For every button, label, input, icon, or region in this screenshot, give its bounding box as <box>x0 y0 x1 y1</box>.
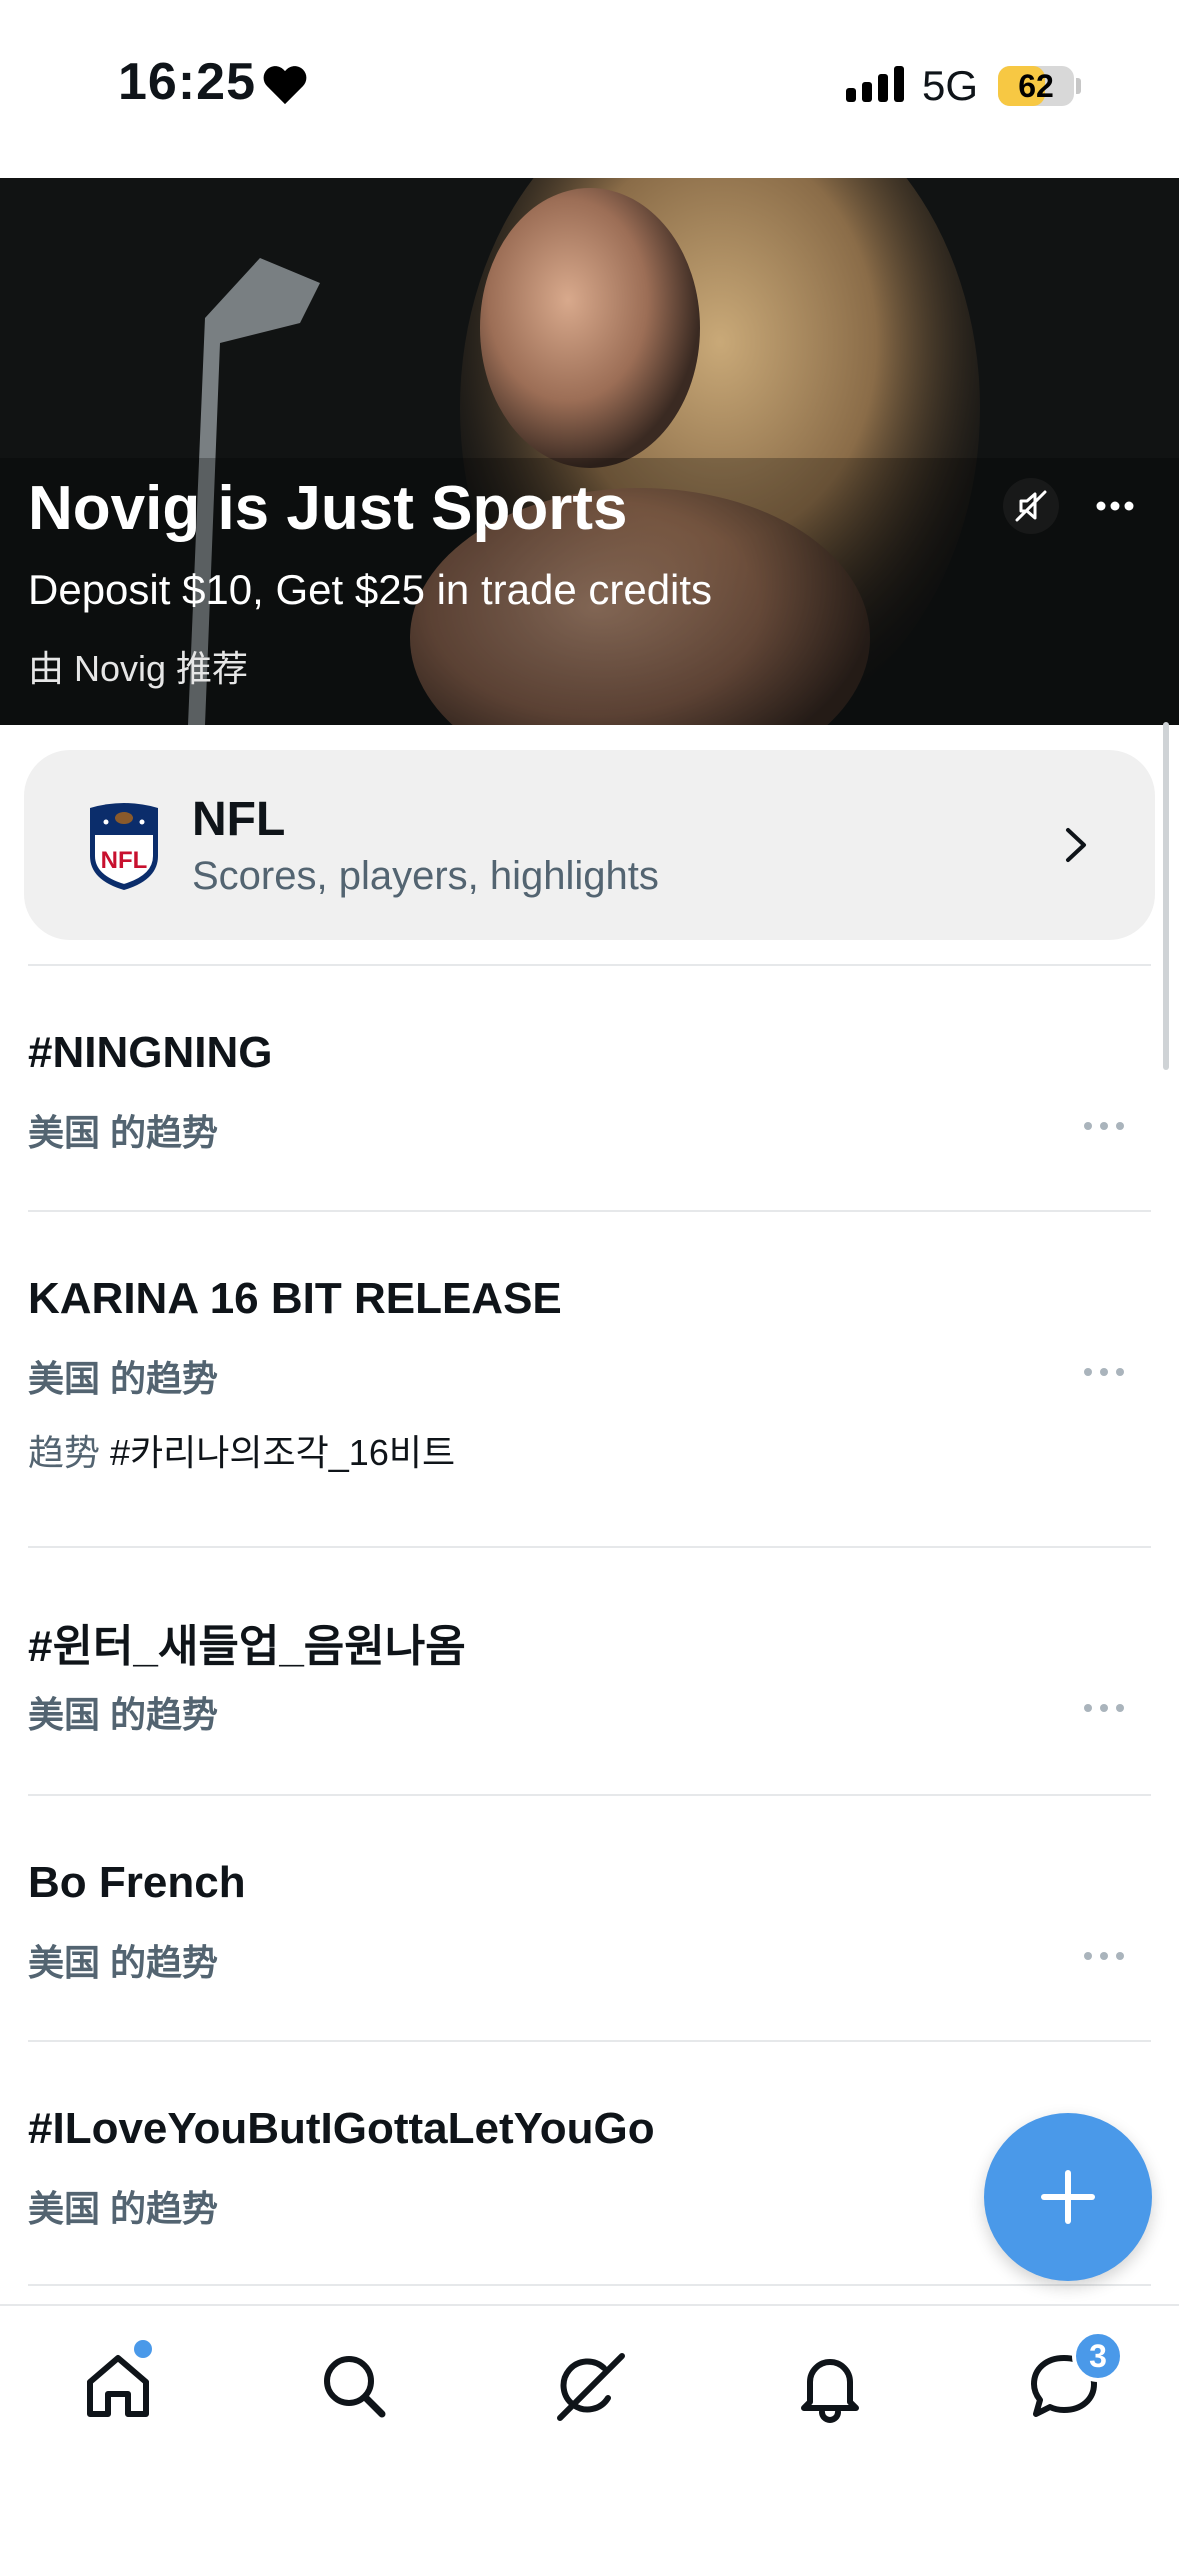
tab-search[interactable] <box>314 2346 394 2426</box>
trend-location: 美国 的趋势 <box>28 1942 219 1983</box>
more-options-icon[interactable] <box>1080 1362 1128 1382</box>
bottom-tab-bar: 3 <box>0 2304 1179 2556</box>
more-options-icon[interactable] <box>1080 1946 1128 1966</box>
trend-location: 美国 的趋势 <box>28 1112 219 1153</box>
search-icon <box>324 2356 386 2418</box>
trend-item[interactable]: Bo French 美国 的趋势 <box>0 1796 1179 2040</box>
home-icon <box>87 2355 149 2417</box>
trend-title: #ILoveYouButIGottaLetYouGo <box>28 2104 655 2153</box>
messages-count-badge: 3 <box>1072 2330 1124 2382</box>
more-options-icon[interactable] <box>1080 1116 1128 1136</box>
home-notification-dot <box>134 2340 152 2358</box>
nfl-card-title: NFL <box>192 793 286 846</box>
more-options-icon[interactable] <box>1080 1698 1128 1718</box>
chevron-right-icon <box>1066 828 1086 862</box>
trend-title: #윈터_새들업_음원나옴 <box>28 1622 466 1671</box>
promo-more-options-icon[interactable] <box>1085 478 1145 534</box>
tab-home[interactable] <box>78 2346 158 2426</box>
trend-related-hashtag[interactable]: #카리나의조각_16비트 <box>110 1432 455 1473</box>
mute-button[interactable] <box>1003 478 1059 534</box>
promo-sponsor-label: 由 Novig 推荐 <box>28 648 249 689</box>
trend-title: Bo French <box>28 1858 246 1907</box>
tab-notifications[interactable] <box>790 2346 870 2426</box>
tab-grok[interactable] <box>550 2346 630 2426</box>
battery-cap <box>1076 78 1081 94</box>
heart-icon <box>263 66 307 105</box>
trend-location: 美国 的趋势 <box>28 1358 219 1399</box>
bell-icon <box>801 2359 859 2423</box>
trend-item[interactable]: KARINA 16 BIT RELEASE 美国 的趋势 趋势 #카리나의조각_… <box>0 1212 1179 1546</box>
scrollbar[interactable] <box>1163 722 1169 1070</box>
battery-icon: 62 <box>998 66 1074 106</box>
cellular-signal-icon <box>846 66 904 102</box>
trend-item[interactable]: #윈터_새들업_음원나옴 美国 的趋势 <box>0 1548 1179 1794</box>
divider <box>28 2284 1151 2286</box>
speaker-muted-icon <box>1015 490 1047 522</box>
svg-text:NFL: NFL <box>101 847 148 874</box>
nfl-card-subtitle: Scores, players, highlights <box>192 854 659 898</box>
trend-location: 美国 的趋势 <box>28 1694 219 1735</box>
status-time: 16:25 <box>118 53 256 111</box>
compose-post-button[interactable] <box>984 2113 1152 2281</box>
plus-icon <box>1041 2170 1095 2224</box>
nfl-topic-card[interactable]: NFL NFL Scores, players, highlights <box>24 750 1155 940</box>
nfl-logo-icon: NFL <box>90 803 158 890</box>
promo-title: Novig is Just Sports <box>28 474 628 543</box>
network-type: 5G <box>922 62 979 109</box>
promoted-video-banner[interactable]: Novig is Just Sports Deposit $10, Get $2… <box>0 178 1179 725</box>
status-bar: 16:25 5G 62 <box>0 0 1179 178</box>
trend-title: KARINA 16 BIT RELEASE <box>28 1274 562 1323</box>
trend-related-label: 趋势 <box>28 1432 101 1473</box>
trend-item[interactable]: #NINGNING 美国 的趋势 <box>0 966 1179 1210</box>
trend-title: #NINGNING <box>28 1028 273 1077</box>
battery-level: 62 <box>1018 68 1054 104</box>
trend-location: 美国 的趋势 <box>28 2188 219 2229</box>
grok-icon <box>557 2353 625 2421</box>
trend-related: 趋势 #카리나의조각_16비트 <box>28 1424 455 1476</box>
promo-subtitle: Deposit $10, Get $25 in trade credits <box>28 566 713 613</box>
